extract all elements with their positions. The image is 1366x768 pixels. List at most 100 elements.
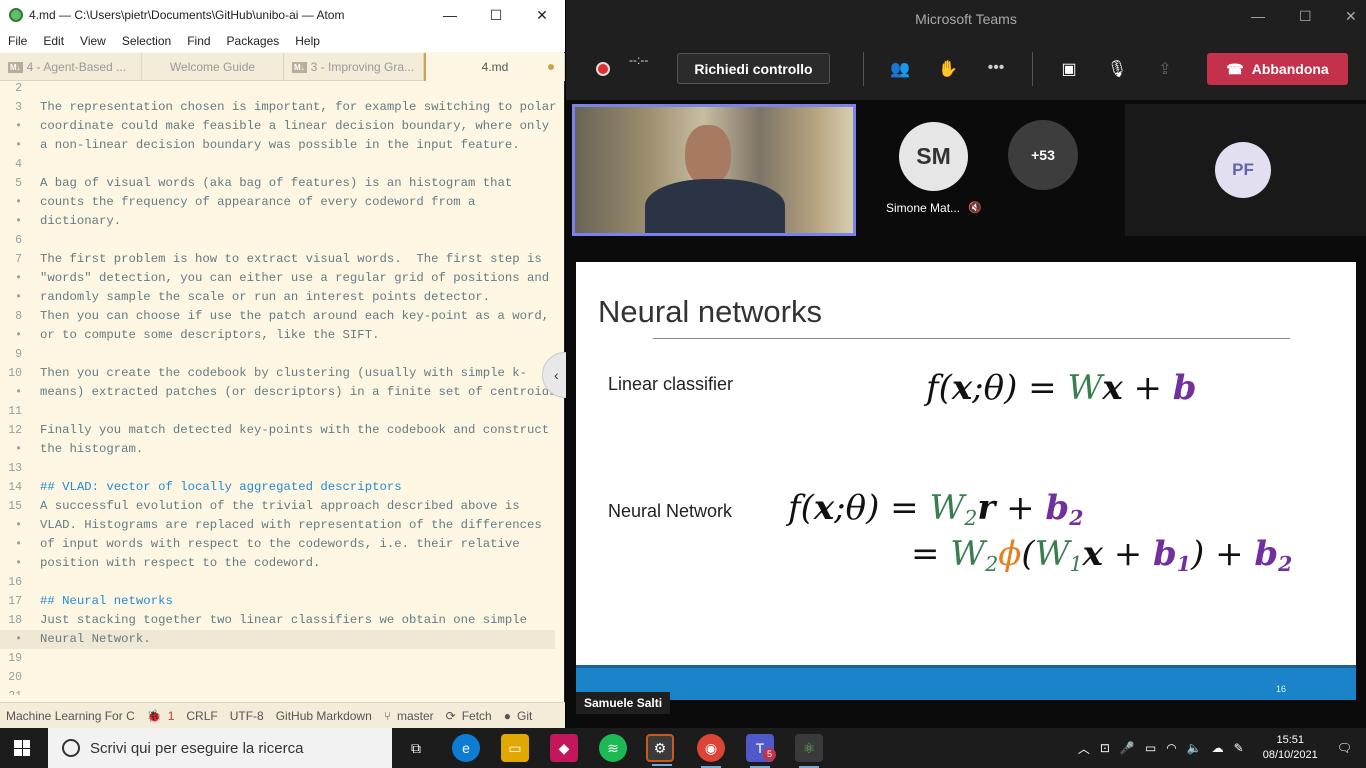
maximize-icon[interactable]: ☐ [473,0,519,30]
leave-label: Abbandona [1251,61,1329,77]
editor-line[interactable]: • VLAD. Histograms are replaced with repr… [0,516,555,535]
editor-line[interactable]: 11 [0,402,555,421]
close-icon[interactable]: ✕ [519,0,565,30]
editor-line[interactable]: 15 A successful evolution of the trivial … [0,497,555,516]
volume-muted-icon[interactable]: 🔈 [1182,741,1207,755]
editor-line[interactable]: 21 [0,687,555,695]
atom-titlebar: 4.md — C:\Users\pietr\Documents\GitHub\u… [0,0,565,30]
jetbrains-icon[interactable]: ◆ [550,734,578,762]
editor-line[interactable]: 7 The first problem is how to extract vis… [0,250,555,269]
menu-packages[interactable]: Packages [219,34,288,48]
editor-line[interactable]: • Neural Network. [0,630,555,649]
editor-line[interactable]: • means) extracted patches (or descriptor… [0,383,564,402]
menu-view[interactable]: View [72,34,114,48]
participants-icon[interactable]: 👥 [889,59,911,79]
menu-help[interactable]: Help [287,34,328,48]
windows-start-icon[interactable] [14,740,30,756]
avatar[interactable]: SM [899,122,968,191]
bug-icon[interactable]: 🐞 [141,709,168,723]
mic-off-icon[interactable]: 🎙 [1106,59,1128,79]
tab-welcome-guide[interactable]: Welcome Guide [142,53,284,81]
editor-line[interactable]: • a non-linear decision boundary was poss… [0,136,555,155]
minimize-icon[interactable]: — [1251,8,1265,24]
close-icon[interactable]: ✕ [1345,8,1357,25]
status-eol[interactable]: CRLF [180,709,223,723]
battery-icon[interactable]: ▭ [1140,741,1161,755]
editor-line[interactable]: 8 Then you can choose if use the patch ar… [0,307,555,326]
tab-4md[interactable]: 4.md [424,53,565,81]
notifications-icon[interactable]: 🗨 [1332,741,1366,755]
editor-line[interactable]: • position with respect to the codeword. [0,554,555,573]
editor-line[interactable]: 3 The representation chosen is important,… [0,98,556,117]
line-number: 8 [15,310,22,323]
leave-button[interactable]: ☎ Abbandona [1207,53,1348,85]
line-text: ## VLAD: vector of locally aggregated de… [40,480,402,494]
editor-line[interactable]: 4 [0,155,555,174]
editor-line[interactable]: 19 [0,649,555,668]
slide-number: 16 [1275,684,1286,694]
editor-line[interactable]: 16 [0,573,555,592]
editor-line[interactable]: 18 Just stacking together two linear clas… [0,611,555,630]
chrome-icon[interactable]: ◉ [697,734,725,768]
tab-improving[interactable]: M↓ 3 - Improving Gra... [284,53,424,81]
microphone-icon[interactable]: 🎤 [1115,741,1140,755]
presenter-video[interactable] [572,104,856,236]
menu-find[interactable]: Find [179,34,218,48]
status-git[interactable]: Git [517,709,538,723]
steam-icon[interactable]: ⚙ [646,734,674,766]
atom-icon[interactable]: ⚛ [795,734,823,768]
editor-line[interactable]: • "words" detection, you can either use a… [0,269,555,288]
meet-now-icon[interactable]: ⊡ [1095,741,1115,755]
status-fetch[interactable]: Fetch [462,709,498,723]
status-branch[interactable]: master [397,709,440,723]
more-participants-badge[interactable]: +53 [1008,120,1078,190]
editor-line[interactable]: 10 Then you create the codebook by cluste… [0,364,555,383]
tab-agent-based[interactable]: M↓ 4 - Agent-Based ... [0,53,142,81]
editor-line[interactable]: 17 ## Neural networks [0,592,555,611]
request-control-button[interactable]: Richiedi controllo [677,53,830,84]
taskbar-search[interactable]: Scrivi qui per eseguire la ricerca [48,728,392,768]
menu-selection[interactable]: Selection [114,34,179,48]
task-view-icon[interactable]: ⧉ [402,734,430,762]
edge-icon[interactable]: e [452,734,480,762]
slide-divider [653,338,1290,339]
network-icon[interactable]: ◠ [1161,741,1181,755]
editor-line[interactable]: 9 [0,345,555,364]
editor-line[interactable]: • randomly sample the scale or run an int… [0,288,555,307]
editor-line[interactable]: • or to compute some descriptors, like th… [0,326,555,345]
show-hidden-icons-icon[interactable]: ︿ [1073,740,1095,757]
minimize-icon[interactable]: — [427,0,473,30]
status-issues[interactable]: 1 [168,709,181,723]
editor-line[interactable]: 6 [0,231,555,250]
spotify-icon[interactable]: ≋ [599,734,627,762]
editor-line[interactable]: • the histogram. [0,440,555,459]
status-grammar[interactable]: GitHub Markdown [270,709,378,723]
clock[interactable]: 15:51 08/10/2021 [1249,733,1332,763]
status-encoding[interactable]: UTF-8 [224,709,270,723]
editor-line[interactable]: • coordinate could make feasible a linear… [0,117,555,136]
editor-line[interactable]: 2 [0,81,555,98]
menu-file[interactable]: File [0,34,35,48]
editor-line[interactable]: 5 A bag of visual words (aka bag of featu… [0,174,555,193]
equation-nn-2: = W2ϕ(W1x + b1) + b2 [911,534,1293,577]
menu-edit[interactable]: Edit [35,34,72,48]
more-options-icon[interactable]: ••• [985,59,1007,79]
share-screen-icon[interactable]: ⇪ [1154,59,1176,79]
editor-line[interactable]: 14 ## VLAD: vector of locally aggregated … [0,478,555,497]
editor-line[interactable]: 20 [0,668,555,687]
line-number: 19 [8,652,22,665]
maximize-icon[interactable]: ☐ [1299,8,1312,25]
editor-line[interactable]: • dictionary. [0,212,555,231]
search-icon [62,739,80,757]
camera-off-icon[interactable]: ▣ [1058,59,1080,79]
editor-line[interactable]: 12 Finally you match detected key-points … [0,421,555,440]
editor-line[interactable]: • counts the frequency of appearance of e… [0,193,555,212]
editor-line[interactable]: 13 [0,459,555,478]
editor[interactable]: 2 3 The representation chosen is important… [0,81,565,695]
onedrive-icon[interactable]: ☁ [1207,741,1229,755]
editor-line[interactable]: • of input words with respect to the code… [0,535,555,554]
raise-hand-icon[interactable]: ✋ [937,59,959,79]
status-file[interactable]: Machine Learning For C [0,709,141,723]
pen-icon[interactable]: ✎ [1229,741,1249,755]
file-explorer-icon[interactable]: ▭ [501,734,529,762]
